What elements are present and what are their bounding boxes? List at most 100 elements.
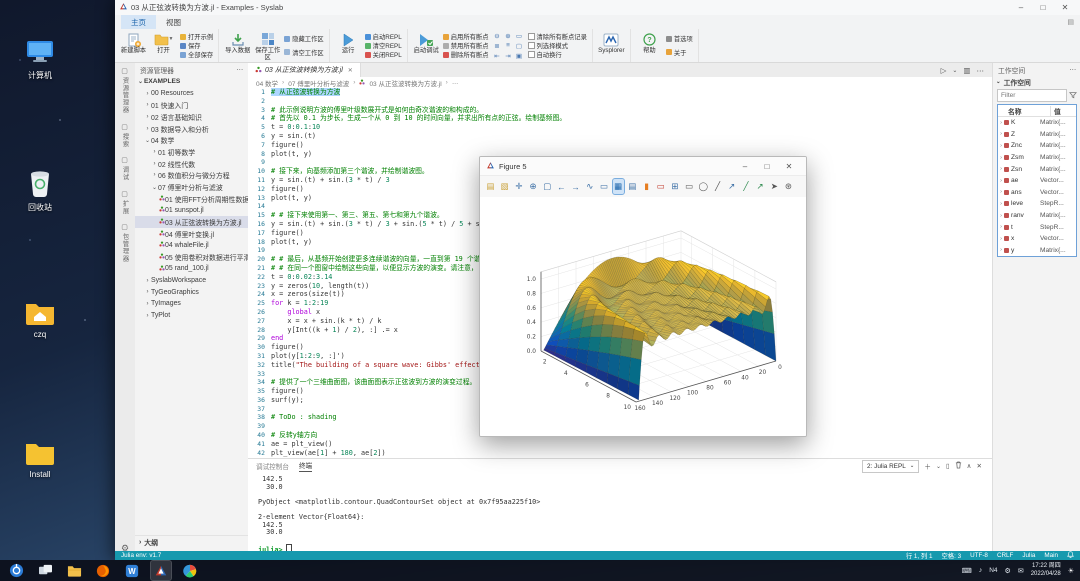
step-over-icon[interactable]: ≡ [503, 41, 514, 51]
workspace-section[interactable]: ⌄ 工作空间 [993, 76, 1080, 87]
folder-item-01 快速入门[interactable]: › 01 快速入门 [135, 99, 248, 111]
collapse-ribbon-icon[interactable]: ▤ [1067, 18, 1074, 26]
desktop-icon-回收站[interactable]: 回收站 [10, 168, 70, 213]
night-light-icon[interactable]: ☀ [1068, 567, 1074, 575]
pointer-icon[interactable]: ➤ [769, 179, 780, 194]
启动REPL-button[interactable]: 启动REPL [364, 32, 402, 41]
step-forward-icon[interactable]: ⊕ [503, 31, 514, 41]
关于-button[interactable]: 关于 [665, 48, 693, 57]
line-icon[interactable]: ╱ [712, 179, 723, 194]
folder-item-07 傅里叶分析与滤波[interactable]: ⌄ 07 傅里叶分析与滤波 [135, 181, 248, 193]
step-into-icon[interactable]: ≣ [492, 41, 503, 51]
file-item-05 使用卷积对数据进行平滑处理.jl[interactable]: 05 使用卷积对数据进行平滑处理.jl [135, 251, 248, 263]
ellipse-icon[interactable]: ◯ [698, 179, 709, 194]
maximize-icon[interactable]: □ [756, 162, 778, 171]
status-item[interactable]: 行 1, 列 1 [906, 551, 933, 560]
close-panel-icon[interactable]: ✕ [976, 462, 982, 470]
rectangle-icon[interactable]: ▭ [684, 179, 695, 194]
file-item-03 从正弦波转换为方波.jl[interactable]: 03 从正弦波转换为方波.jl [135, 216, 248, 228]
close-icon[interactable]: ✕ [1054, 3, 1076, 12]
关闭REPL-button[interactable]: 关闭REPL [364, 50, 402, 59]
filter-icon[interactable] [1068, 91, 1078, 101]
wps-icon[interactable]: W [122, 561, 142, 580]
step-back-icon[interactable]: ⊖ [492, 31, 503, 41]
split-terminal-icon[interactable]: ▯ [946, 462, 950, 470]
variable-row-Zsn[interactable]: › Zsn Matrix{... [998, 163, 1076, 175]
folder-item-TyImages[interactable]: › TyImages [135, 298, 248, 310]
stop-icon[interactable]: ▣ [514, 51, 525, 61]
bookmark-icon[interactable]: ▭ [514, 31, 525, 41]
polyline-icon[interactable]: ╱ [740, 179, 751, 194]
tray-settings-icon[interactable]: ⚙ [1005, 567, 1011, 575]
annotate-arrow-icon[interactable]: ↗ [755, 179, 766, 194]
file-item-04 傅里叶变换.jl[interactable]: 04 傅里叶变换.jl [135, 228, 248, 240]
grid-icon[interactable]: ▦ [611, 178, 625, 195]
step-out-icon[interactable]: ⇤ [492, 51, 503, 61]
清空工作区-button[interactable]: 清空工作区 [284, 48, 324, 57]
breadcrumb-item[interactable]: 04 数学 [256, 78, 278, 88]
tray-message-icon[interactable]: ✉ [1018, 567, 1024, 575]
more-actions-icon[interactable]: ⋯ [977, 66, 985, 75]
figure-canvas[interactable]: 0.0 0.2 0.4 0.6 0.8 1.0 2 4 6 8 10 0 20 40 60 80 100 120 1… [480, 197, 806, 436]
folder-item-01 初等数学[interactable]: › 01 初等数学 [135, 146, 248, 158]
activity-item-包管理器[interactable]: ▢ 包管理器 [121, 223, 130, 262]
tab-view[interactable]: 视图 [156, 15, 191, 29]
minimize-icon[interactable]: – [1010, 3, 1032, 12]
file-item-05 rand_100.jl[interactable]: 05 rand_100.jl [135, 263, 248, 275]
new-terminal-icon[interactable]: ＋ [924, 461, 931, 471]
variable-row-K[interactable]: › K Matrix{... [998, 117, 1076, 129]
rotate3d-icon[interactable]: ⊛ [783, 179, 794, 194]
maximize-icon[interactable]: □ [1032, 3, 1054, 12]
outline-section[interactable]: › 大纲 [135, 535, 248, 548]
帮助-button[interactable]: ? 帮助 [636, 30, 663, 61]
zoom-icon[interactable]: ⊕ [528, 179, 539, 194]
status-item[interactable]: 空格: 3 [941, 551, 961, 560]
首选项-button[interactable]: 首选项 [665, 34, 693, 43]
variable-row-ranv[interactable]: › ranv Matrix{... [998, 210, 1076, 222]
activity-item-扩展[interactable]: ▢ 扩展 [121, 190, 130, 215]
title-bar[interactable]: 03 从正弦波转换为方波.jl - Examples - Syslab – □ … [115, 0, 1080, 16]
variable-row-leve[interactable]: › leve StepR... [998, 198, 1076, 210]
自动换行-checkbox[interactable]: 自动换行 [527, 50, 587, 59]
arrow-icon[interactable]: ↗ [726, 179, 737, 194]
folder-item-SyslabWorkspace[interactable]: › SyslabWorkspace [135, 275, 248, 287]
全部保存-button[interactable]: 全部保存 [180, 50, 213, 59]
variable-row-y[interactable]: › y Matrix{... [998, 245, 1076, 257]
folder-item-03 数据导入和分析[interactable]: › 03 数据导入和分析 [135, 123, 248, 135]
syslab-icon[interactable] [150, 560, 172, 581]
split-editor-icon[interactable]: ▥ [963, 66, 970, 75]
禁用所有断点-button[interactable]: 禁用所有断点 [442, 41, 489, 50]
forward-icon[interactable]: → [570, 179, 581, 194]
启动调试-button[interactable]: 启动调试 [413, 30, 440, 61]
desktop-icon-czq[interactable]: czq [10, 300, 70, 339]
运行-button[interactable]: 运行 [335, 30, 362, 61]
tab-debug-console[interactable]: 调试控制台 [256, 461, 289, 471]
more-actions-icon[interactable]: ⋯ [1069, 66, 1076, 74]
删除所有断点-button[interactable]: 删除所有断点 [442, 50, 489, 59]
tab-home[interactable]: 主页 [121, 15, 156, 29]
status-item[interactable]: Main [1044, 552, 1058, 559]
chevron-down-icon[interactable]: ⌄ [936, 463, 941, 470]
multitask-icon[interactable] [35, 561, 55, 580]
curve-icon[interactable]: ∿ [584, 179, 595, 194]
folder-item-TyPlot[interactable]: › TyPlot [135, 310, 248, 322]
activity-item-调试[interactable]: ▢ 调试 [121, 156, 130, 181]
清除所有断点记录-checkbox[interactable]: 清除所有断点记录 [527, 32, 587, 41]
colorbar-icon[interactable]: ▮ [641, 179, 652, 194]
folder-item-EXAMPLES[interactable]: ⌄ EXAMPLES [135, 76, 248, 88]
frame-icon[interactable]: ▢ [514, 41, 525, 51]
保存工作区-button[interactable]: 保存工作区 [254, 30, 281, 61]
导入数据-button[interactable]: 导入数据 [224, 30, 251, 61]
back-icon[interactable]: ← [556, 179, 567, 194]
folder-item-02 语言基础知识[interactable]: › 02 语言基础知识 [135, 111, 248, 123]
minimize-icon[interactable]: – [734, 162, 756, 171]
tray-input-icon[interactable]: N4 [989, 567, 997, 574]
variable-row-ae[interactable]: › ae Vector... [998, 175, 1076, 187]
variable-row-ans[interactable]: › ans Vector... [998, 187, 1076, 199]
run-dropdown-icon[interactable]: ⌄ [952, 67, 957, 74]
save-figure-icon[interactable]: ▤ [485, 179, 496, 194]
terminal-output[interactable]: 142.5 30.0 PyObject <matplotlib.contour.… [248, 473, 992, 552]
activity-item-搜索[interactable]: ▢ 搜索 [121, 123, 130, 148]
close-icon[interactable]: ✕ [778, 162, 800, 171]
maximize-panel-icon[interactable]: ∧ [967, 462, 972, 470]
